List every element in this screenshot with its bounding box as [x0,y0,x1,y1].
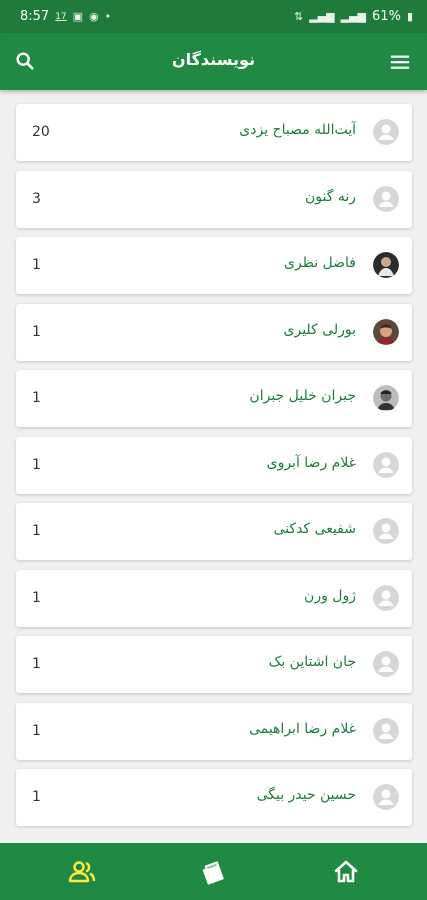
author-list-item[interactable]: 1 جبران خلیل جبران [16,370,412,427]
data-transfer-icon: ⇅ [294,10,304,23]
author-list-item[interactable]: 1 غلام رضا آبروی [16,436,412,494]
book-count: 1 [32,523,41,539]
author-name: بورلی کلیری [283,321,356,338]
avatar-icon [373,318,399,345]
avatar-icon [373,518,399,544]
dot-icon: • [104,10,112,23]
app-notification-icon: ◉ [89,10,99,23]
author-list-item[interactable]: 1 حسین حیدر بیگی [16,769,412,826]
author-list-item[interactable]: 1 فاضل نظری [16,237,412,294]
status-bar: 8:57 17 ▣ ◉ • ⇅ ▂▄▆ ▂▄▆ 61% ▮ [0,0,427,33]
author-name: فاضل نظری [284,255,356,271]
signal-icon: ▂▄▆ [309,10,335,23]
avatar-icon [373,784,399,810]
author-name: جبران خلیل جبران [249,388,356,404]
author-list-item[interactable]: 1 ژول ورن [16,569,412,627]
avatar-icon [373,385,399,411]
author-name: غلام رضا ابراهیمی [249,720,356,737]
battery-level: 61% [372,9,401,24]
author-name: آیت‌الله مصباح یزدی [239,122,356,138]
book-count: 1 [32,323,41,340]
author-name: ژول ورن [304,587,356,604]
avatar-icon [373,185,399,212]
avatar-icon [373,717,399,744]
avatar-icon [373,451,399,478]
book-count: 1 [32,390,41,406]
author-list-item[interactable]: 1 بورلی کلیری [16,303,412,361]
authors-list: 20 آیت‌الله مصباح یزدی 3 رنه گنون 1 فاضل نظری… [16,104,412,836]
bottom-navigation [0,843,427,900]
menu-icon[interactable] [389,51,411,73]
page-title: نویسندگان [171,50,256,69]
author-list-item[interactable]: 1 غلام رضا ابراهیمی [16,702,412,760]
book-count: 20 [32,124,50,140]
author-name: غلام رضا آبروی [266,454,356,471]
author-list-item[interactable]: 1 جان اشتاین بک [16,636,412,693]
status-time: 8:57 [20,9,50,24]
book-count: 1 [32,656,41,672]
avatar-icon [373,119,399,145]
book-count: 1 [32,257,41,273]
app-bar: نویسندگان [0,33,427,90]
book-count: 1 [32,722,41,739]
calendar-icon: 17 [55,11,67,22]
books-icon[interactable] [199,857,229,887]
people-icon[interactable] [67,857,97,887]
signal-icon-2: ▂▄▆ [340,10,367,23]
home-icon[interactable] [331,857,361,887]
author-name: رنه گنون [304,188,356,205]
avatar-icon [373,252,399,278]
author-name: جان اشتاین بک [268,654,356,670]
book-count: 1 [32,789,41,805]
book-count: 1 [32,456,41,473]
book-count: 1 [32,589,41,606]
author-name: حسین حیدر بیگی [256,787,356,803]
author-list-item[interactable]: 3 رنه گنون [16,170,412,228]
image-icon: ▣ [72,10,84,23]
book-count: 3 [32,190,41,207]
author-list-item[interactable]: 1 شفیعی کدکنی [16,503,412,560]
avatar-icon [373,651,399,677]
avatar-icon [373,584,399,611]
battery-icon: ▮ [406,10,413,23]
author-list-item[interactable]: 20 آیت‌الله مصباح یزدی [16,104,412,161]
author-name: شفیعی کدکنی [273,521,356,537]
